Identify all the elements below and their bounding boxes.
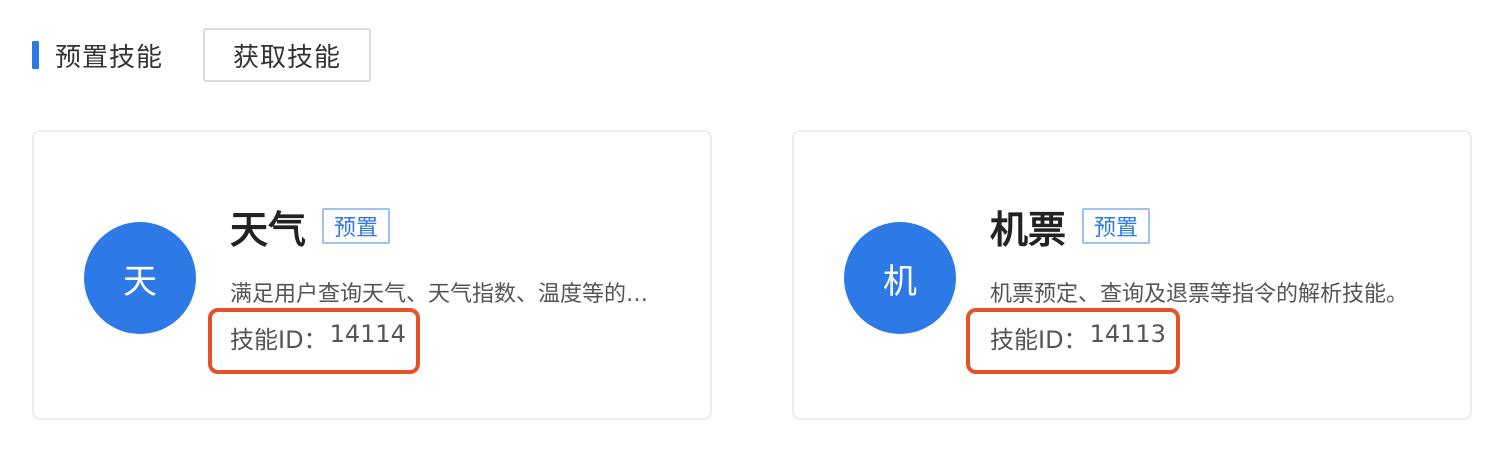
preset-tag: 预置 xyxy=(322,208,391,244)
skill-id-value: 14114 xyxy=(329,320,406,348)
skill-avatar: 天 xyxy=(84,222,196,334)
skill-description: 满足用户查询天气、天气指数、温度等的… xyxy=(230,282,649,307)
get-skill-button[interactable]: 获取技能 xyxy=(203,28,372,82)
section-header: 预置技能 获取技能 xyxy=(32,28,372,82)
skill-id-label: 技能ID： xyxy=(230,326,328,354)
skill-title-row: 天气 预置 xyxy=(230,202,391,252)
skill-id-label: 技能ID： xyxy=(990,326,1088,354)
skill-card-weather[interactable]: 天 天气 预置 满足用户查询天气、天气指数、温度等的… 技能ID： 14114 xyxy=(32,130,712,420)
skill-avatar: 机 xyxy=(844,222,956,334)
preset-tag: 预置 xyxy=(1082,208,1151,244)
skill-id-value: 14113 xyxy=(1089,320,1166,348)
skill-title: 天气 xyxy=(230,207,307,252)
skill-title: 机票 xyxy=(990,207,1067,252)
skill-id: 技能ID： 14113 xyxy=(990,320,1166,355)
skill-id: 技能ID： 14114 xyxy=(230,320,406,355)
section-accent-bar xyxy=(32,41,39,69)
skill-title-row: 机票 预置 xyxy=(990,202,1151,252)
skill-description: 机票预定、查询及退票等指令的解析技能。 xyxy=(990,282,1409,307)
skill-card-flight[interactable]: 机 机票 预置 机票预定、查询及退票等指令的解析技能。 技能ID： 14113 xyxy=(792,130,1472,420)
section-title: 预置技能 xyxy=(55,42,164,73)
